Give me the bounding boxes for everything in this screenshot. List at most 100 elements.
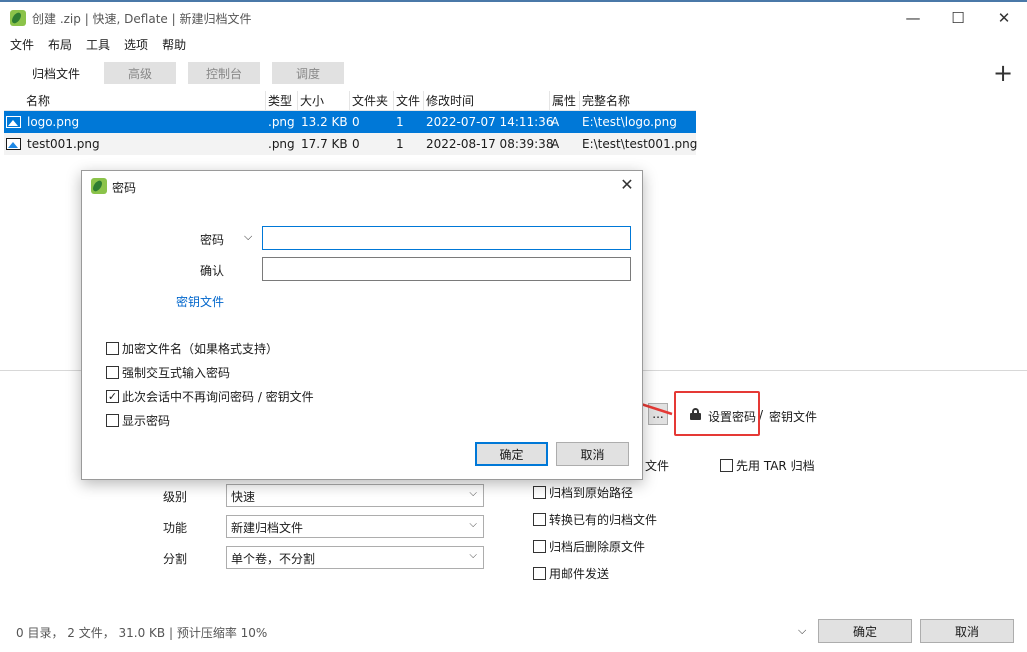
- file-folders: 0: [352, 115, 360, 129]
- tab-advanced[interactable]: 高级: [104, 62, 176, 84]
- menu-tools[interactable]: 工具: [79, 34, 117, 56]
- split-select[interactable]: 单个卷，不分割 ⌵: [226, 546, 484, 569]
- option-label: 归档到原始路径: [549, 486, 634, 500]
- column-header-folders[interactable]: 文件夹: [350, 91, 394, 110]
- browse-button[interactable]: ...: [648, 403, 668, 425]
- tab-archive[interactable]: 归档文件: [20, 62, 92, 84]
- dialog-cancel-button[interactable]: 取消: [556, 442, 629, 466]
- menu-file[interactable]: 文件: [0, 34, 41, 56]
- app-logo-icon: [10, 10, 26, 26]
- key-file-label: 密钥文件: [769, 410, 818, 424]
- file-name-cell: test001.png: [6, 133, 266, 155]
- tab-schedule[interactable]: 调度: [272, 62, 344, 84]
- dialog-close-icon[interactable]: ✕: [615, 175, 639, 197]
- file-type: .png: [268, 115, 295, 129]
- main-window: 创建 .zip | 快速, Deflate | 新建归档文件 — ☐ ✕ 文件 …: [0, 0, 1027, 652]
- file-modified: 2022-07-07 14:11:36: [426, 115, 554, 129]
- tab-strip: 归档文件 高级 控制台 调度: [20, 62, 344, 84]
- password-label: 密码: [200, 233, 225, 247]
- status-bar-text: 0 目录， 2 文件， 31.0 KB | 预计压缩率 10%: [16, 626, 268, 640]
- file-attr: A: [551, 137, 560, 151]
- level-label: 级别: [163, 490, 188, 504]
- encrypt-filenames-checkbox[interactable]: 加密文件名（如果格式支持）: [106, 340, 278, 357]
- chevron-down-icon[interactable]: ⌵: [244, 230, 252, 244]
- option-label: 归档后删除原文件: [549, 540, 646, 554]
- function-value: 新建归档文件: [231, 521, 304, 535]
- ok-button[interactable]: 确定: [818, 619, 912, 643]
- window-title: 创建 .zip | 快速, Deflate | 新建归档文件: [32, 12, 252, 26]
- tar-first-checkbox[interactable]: 先用 TAR 归档: [720, 457, 815, 474]
- column-header-name[interactable]: 名称: [24, 91, 266, 110]
- file-attr: A: [551, 115, 560, 129]
- close-button[interactable]: ✕: [981, 2, 1027, 34]
- send-by-email-checkbox[interactable]: 用邮件发送: [533, 565, 609, 582]
- checkbox-box[interactable]: [533, 486, 546, 499]
- file-size: 13.2 KB: [301, 115, 348, 129]
- level-select[interactable]: 快速 ⌵: [226, 484, 484, 507]
- checkbox-label: 加密文件名（如果格式支持）: [122, 342, 279, 356]
- column-header-type[interactable]: 类型: [266, 91, 298, 110]
- minimize-button[interactable]: —: [890, 2, 936, 34]
- table-row[interactable]: test001.png .png 17.7 KB 0 1 2022-08-17 …: [4, 133, 698, 155]
- image-file-icon: [6, 138, 21, 150]
- chevron-down-icon: ⌵: [469, 488, 477, 499]
- force-interactive-checkbox[interactable]: 强制交互式输入密码: [106, 364, 230, 381]
- menu-layout[interactable]: 布局: [41, 34, 79, 56]
- column-header-files[interactable]: 文件: [394, 91, 424, 110]
- image-file-icon: [6, 116, 21, 128]
- checkbox-box[interactable]: [106, 342, 119, 355]
- annotation-highlight-box: [674, 391, 760, 436]
- checkmark-icon[interactable]: ✓: [106, 390, 119, 403]
- chevron-down-icon: ⌵: [469, 550, 477, 561]
- add-button[interactable]: +: [991, 61, 1015, 86]
- function-select[interactable]: 新建归档文件 ⌵: [226, 515, 484, 538]
- tab-console[interactable]: 控制台: [188, 62, 260, 84]
- delete-after-archive-checkbox[interactable]: 归档后删除原文件: [533, 538, 645, 555]
- column-header-full-name[interactable]: 完整名称: [580, 91, 696, 110]
- checkbox-box[interactable]: [533, 513, 546, 526]
- menu-help[interactable]: 帮助: [155, 34, 193, 56]
- file-name: logo.png: [27, 115, 80, 129]
- dont-ask-again-checkbox[interactable]: ✓ 此次会话中不再询问密码 / 密钥文件: [106, 388, 314, 405]
- file-full-name: E:\test\logo.png: [582, 115, 677, 129]
- menu-bar: 文件 布局 工具 选项 帮助: [0, 34, 193, 56]
- checkbox-box[interactable]: [106, 414, 119, 427]
- file-count: 1: [396, 115, 404, 129]
- chevron-down-icon: ⌵: [469, 519, 477, 530]
- file-type: .png: [268, 137, 295, 151]
- checkbox-box[interactable]: [106, 366, 119, 379]
- confirm-password-input[interactable]: [262, 257, 631, 281]
- table-row[interactable]: logo.png .png 13.2 KB 0 1 2022-07-07 14:…: [4, 111, 696, 133]
- checkbox-box[interactable]: [533, 540, 546, 553]
- cancel-button[interactable]: 取消: [920, 619, 1014, 643]
- option-label: 用邮件发送: [549, 567, 610, 581]
- confirm-label: 确认: [200, 264, 225, 278]
- file-full-name: E:\test\test001.png: [582, 137, 698, 151]
- checkbox-box[interactable]: [720, 459, 733, 472]
- file-name: test001.png: [27, 137, 100, 151]
- file-table: 名称 类型 大小 文件夹 文件 修改时间 属性 完整名称 logo.png .p…: [4, 91, 698, 155]
- column-header-size[interactable]: 大小: [298, 91, 350, 110]
- password-dialog: 密码 ✕ 密码 ⌵ 确认 密钥文件 加密文件名（如果格式支持） 强制交互式输入密…: [81, 170, 643, 480]
- column-header-modified[interactable]: 修改时间: [424, 91, 550, 110]
- file-name-cell: logo.png: [6, 111, 266, 133]
- convert-archives-checkbox[interactable]: 转换已有的归档文件: [533, 511, 657, 528]
- dialog-ok-button[interactable]: 确定: [475, 442, 548, 466]
- function-label: 功能: [163, 521, 188, 535]
- password-input[interactable]: [262, 226, 631, 250]
- show-password-checkbox[interactable]: 显示密码: [106, 412, 170, 429]
- archive-original-path-checkbox[interactable]: 归档到原始路径: [533, 484, 633, 501]
- file-modified: 2022-08-17 08:39:38: [426, 137, 554, 151]
- checkbox-box[interactable]: [533, 567, 546, 580]
- key-file-link[interactable]: 密钥文件: [176, 293, 224, 310]
- column-header-attr[interactable]: 属性: [550, 91, 580, 110]
- table-header: 名称 类型 大小 文件夹 文件 修改时间 属性 完整名称: [4, 91, 696, 111]
- tar-first-label: 先用 TAR 归档: [736, 459, 815, 473]
- title-bar: 创建 .zip | 快速, Deflate | 新建归档文件 — ☐ ✕: [0, 2, 1027, 34]
- level-value: 快速: [231, 490, 256, 504]
- maximize-button[interactable]: ☐: [935, 2, 981, 34]
- menu-options[interactable]: 选项: [117, 34, 155, 56]
- chevron-down-icon[interactable]: ⌵: [798, 624, 806, 638]
- checkbox-label: 强制交互式输入密码: [122, 366, 231, 380]
- split-value: 单个卷，不分割: [231, 552, 316, 566]
